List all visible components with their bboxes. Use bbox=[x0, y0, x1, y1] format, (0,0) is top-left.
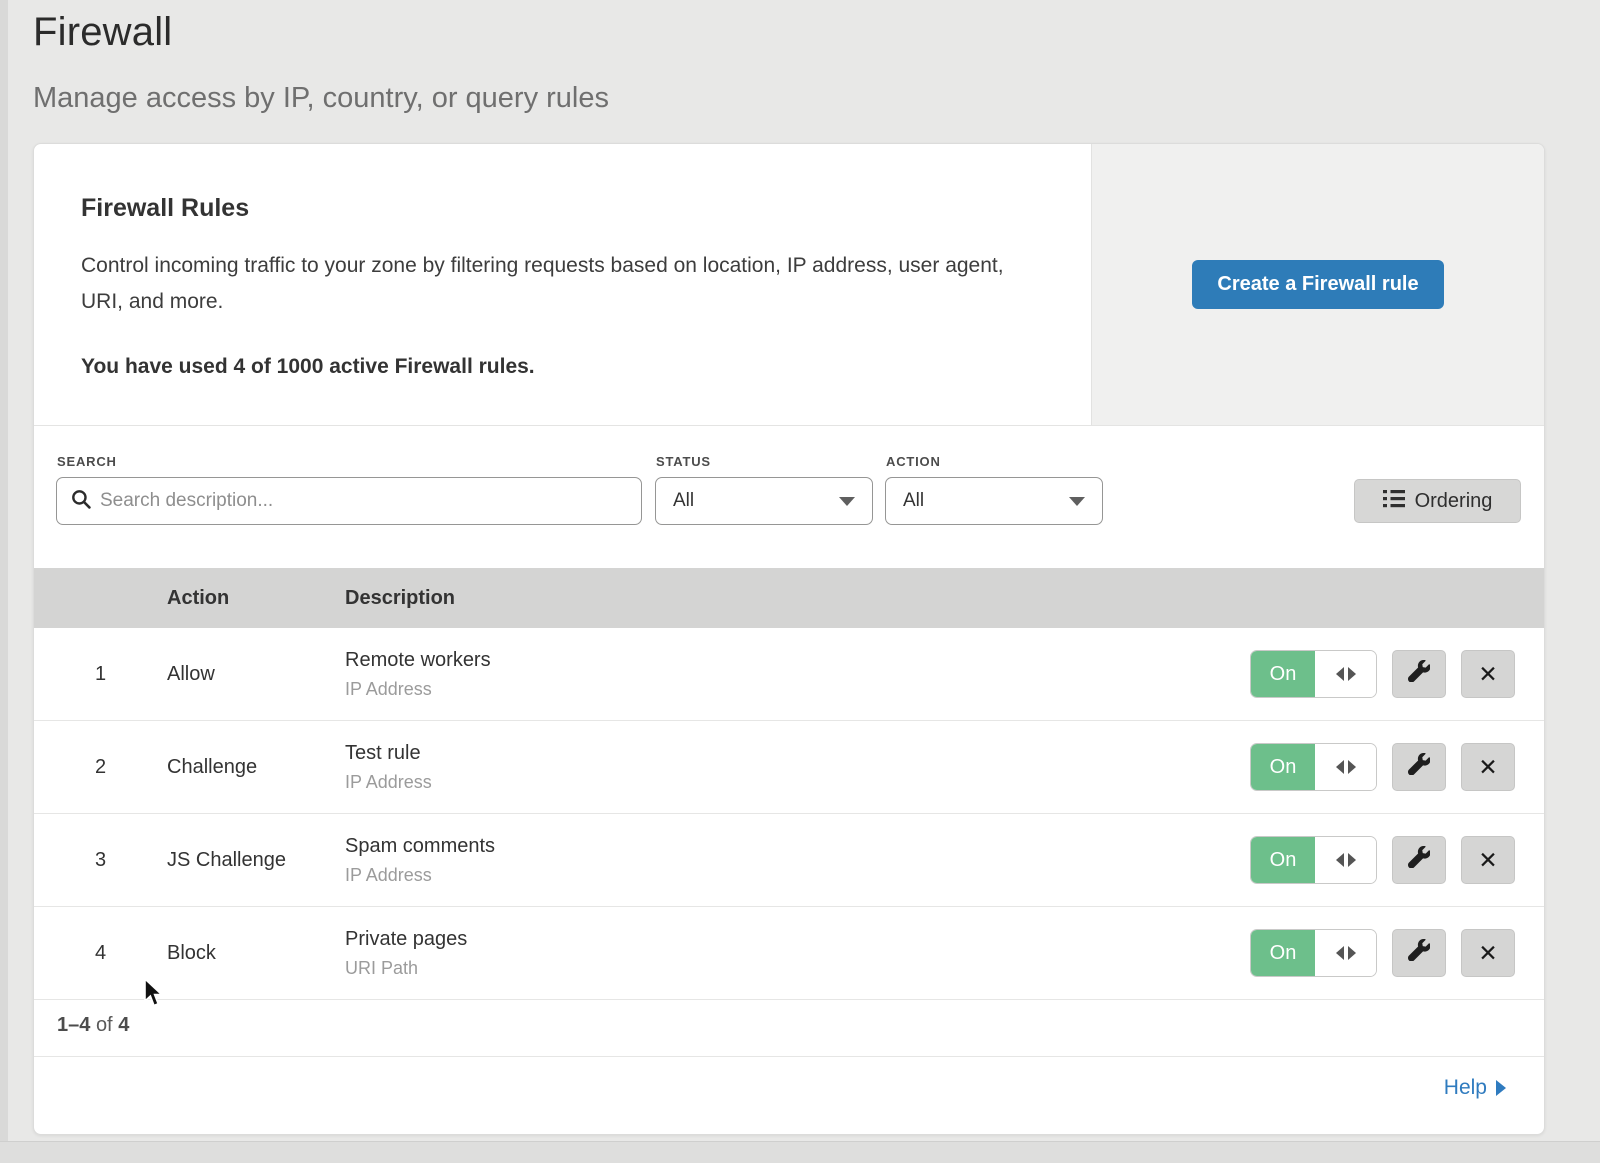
ordering-button[interactable]: Ordering bbox=[1354, 479, 1521, 523]
rule-description-cell: Remote workers IP Address bbox=[345, 649, 1250, 700]
toggle-on-label: On bbox=[1251, 837, 1315, 883]
status-select-value: All bbox=[673, 490, 694, 512]
page-bottom-edge bbox=[0, 1141, 1600, 1163]
ordering-button-label: Ordering bbox=[1415, 490, 1493, 513]
rule-controls: On ✕ bbox=[1250, 836, 1544, 884]
rule-description-cell: Spam comments IP Address bbox=[345, 835, 1250, 886]
page-left-edge bbox=[0, 0, 8, 1163]
page-header: Firewall Manage access by IP, country, o… bbox=[0, 0, 1600, 115]
chevron-right-icon bbox=[1496, 1080, 1506, 1096]
card-footer: Help bbox=[34, 1056, 1544, 1135]
rule-number: 4 bbox=[34, 942, 167, 965]
pagination-summary: 1–4 of 4 bbox=[34, 1000, 1544, 1056]
table-row: 2 Challenge Test rule IP Address On ✕ bbox=[34, 721, 1544, 814]
card-intro: Firewall Rules Control incoming traffic … bbox=[34, 144, 1091, 425]
column-header-action: Action bbox=[167, 587, 345, 610]
toggle-arrows-icon bbox=[1315, 651, 1376, 697]
rule-action: Challenge bbox=[167, 756, 345, 779]
table-row: 3 JS Challenge Spam comments IP Address … bbox=[34, 814, 1544, 907]
delete-rule-button[interactable]: ✕ bbox=[1461, 929, 1515, 977]
status-select[interactable]: All bbox=[655, 477, 873, 525]
rule-enable-toggle[interactable]: On bbox=[1250, 836, 1377, 884]
action-label: ACTION bbox=[886, 454, 941, 469]
close-icon: ✕ bbox=[1478, 661, 1497, 688]
filter-bar: SEARCH STATUS All ACTION All Ordering bbox=[34, 426, 1544, 568]
edit-rule-button[interactable] bbox=[1392, 929, 1446, 977]
page-title: Firewall bbox=[33, 10, 1600, 55]
rule-controls: On ✕ bbox=[1250, 650, 1544, 698]
chevron-down-icon bbox=[1069, 497, 1085, 506]
search-label: SEARCH bbox=[57, 454, 117, 469]
close-icon: ✕ bbox=[1478, 940, 1497, 967]
search-icon bbox=[71, 489, 91, 514]
page-subtitle: Manage access by IP, country, or query r… bbox=[33, 82, 1600, 115]
rule-match-type: IP Address bbox=[345, 772, 1250, 793]
pagination-of: of bbox=[96, 1014, 113, 1036]
rule-match-type: IP Address bbox=[345, 865, 1250, 886]
rule-controls: On ✕ bbox=[1250, 929, 1544, 977]
edit-rule-button[interactable] bbox=[1392, 836, 1446, 884]
toggle-on-label: On bbox=[1251, 930, 1315, 976]
rule-enable-toggle[interactable]: On bbox=[1250, 650, 1377, 698]
rule-description-cell: Private pages URI Path bbox=[345, 928, 1250, 979]
help-link-label: Help bbox=[1444, 1076, 1487, 1100]
table-row: 1 Allow Remote workers IP Address On ✕ bbox=[34, 628, 1544, 721]
pagination-range: 1–4 bbox=[57, 1014, 90, 1036]
search-input[interactable] bbox=[100, 490, 627, 512]
action-select[interactable]: All bbox=[885, 477, 1103, 525]
close-icon: ✕ bbox=[1478, 847, 1497, 874]
column-header-description: Description bbox=[345, 587, 1544, 610]
rule-number: 2 bbox=[34, 756, 167, 779]
rule-action: Allow bbox=[167, 663, 345, 686]
delete-rule-button[interactable]: ✕ bbox=[1461, 836, 1515, 884]
rule-controls: On ✕ bbox=[1250, 743, 1544, 791]
toggle-arrows-icon bbox=[1315, 837, 1376, 883]
rule-description: Private pages bbox=[345, 928, 1250, 951]
rule-number: 1 bbox=[34, 663, 167, 686]
card-description: Control incoming traffic to your zone by… bbox=[81, 248, 1031, 320]
list-icon bbox=[1383, 489, 1405, 514]
delete-rule-button[interactable]: ✕ bbox=[1461, 743, 1515, 791]
rule-enable-toggle[interactable]: On bbox=[1250, 929, 1377, 977]
firewall-rules-card: Firewall Rules Control incoming traffic … bbox=[33, 143, 1545, 1135]
search-field[interactable] bbox=[56, 477, 642, 525]
wrench-icon bbox=[1408, 753, 1430, 781]
delete-rule-button[interactable]: ✕ bbox=[1461, 650, 1515, 698]
toggle-arrows-icon bbox=[1315, 744, 1376, 790]
status-label: STATUS bbox=[656, 454, 711, 469]
toggle-on-label: On bbox=[1251, 651, 1315, 697]
card-action-panel: Create a Firewall rule bbox=[1091, 144, 1544, 425]
close-icon: ✕ bbox=[1478, 754, 1497, 781]
rule-match-type: URI Path bbox=[345, 958, 1250, 979]
rule-match-type: IP Address bbox=[345, 679, 1250, 700]
toggle-arrows-icon bbox=[1315, 930, 1376, 976]
rule-enable-toggle[interactable]: On bbox=[1250, 743, 1377, 791]
rule-action: Block bbox=[167, 942, 345, 965]
table-header: Action Description bbox=[34, 568, 1544, 628]
edit-rule-button[interactable] bbox=[1392, 743, 1446, 791]
rule-description-cell: Test rule IP Address bbox=[345, 742, 1250, 793]
toggle-on-label: On bbox=[1251, 744, 1315, 790]
rule-description: Test rule bbox=[345, 742, 1250, 765]
action-select-value: All bbox=[903, 490, 924, 512]
card-top-section: Firewall Rules Control incoming traffic … bbox=[34, 144, 1544, 426]
rule-description: Spam comments bbox=[345, 835, 1250, 858]
pagination-total: 4 bbox=[118, 1014, 129, 1036]
card-usage-text: You have used 4 of 1000 active Firewall … bbox=[81, 355, 1051, 379]
create-firewall-rule-button[interactable]: Create a Firewall rule bbox=[1192, 260, 1443, 309]
wrench-icon bbox=[1408, 846, 1430, 874]
wrench-icon bbox=[1408, 939, 1430, 967]
edit-rule-button[interactable] bbox=[1392, 650, 1446, 698]
rule-description: Remote workers bbox=[345, 649, 1250, 672]
rule-number: 3 bbox=[34, 849, 167, 872]
chevron-down-icon bbox=[839, 497, 855, 506]
table-row: 4 Block Private pages URI Path On ✕ bbox=[34, 907, 1544, 1000]
help-link[interactable]: Help bbox=[1444, 1076, 1506, 1100]
wrench-icon bbox=[1408, 660, 1430, 688]
card-heading: Firewall Rules bbox=[81, 194, 1051, 223]
rule-action: JS Challenge bbox=[167, 849, 345, 872]
